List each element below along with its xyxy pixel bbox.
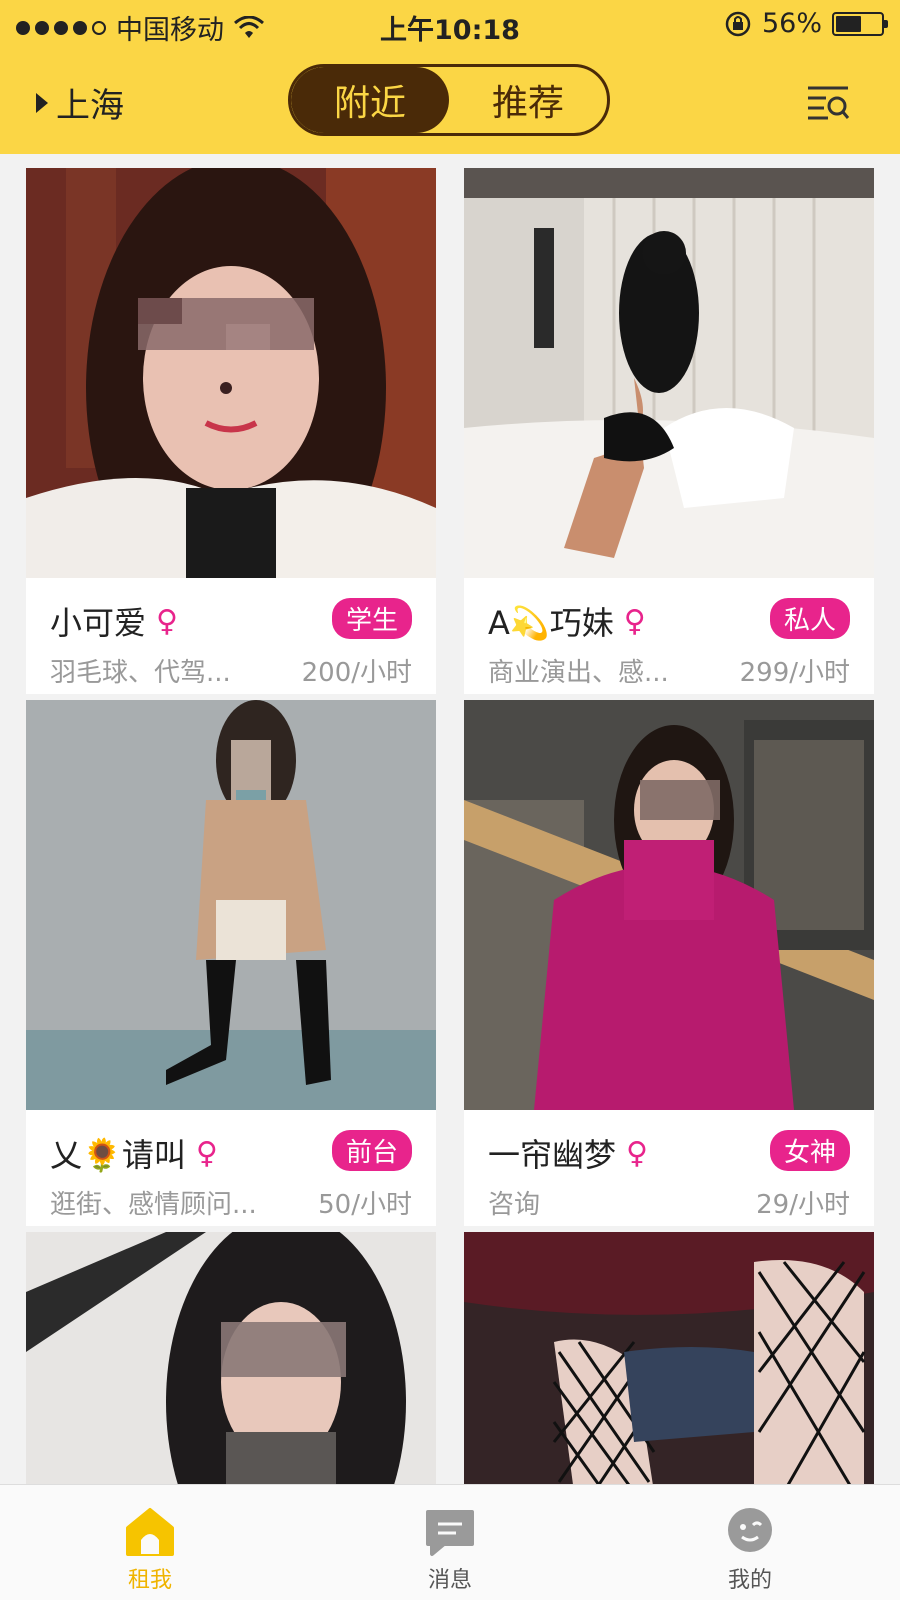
card-info: 小可爱 ♀ 学生 羽毛球、代驾... 200/小时	[26, 578, 436, 694]
profile-photo[interactable]	[26, 1232, 436, 1484]
profile-photo[interactable]	[464, 1232, 874, 1484]
female-icon: ♀	[156, 603, 178, 639]
battery-icon	[832, 11, 888, 36]
city-label: 上海	[56, 86, 124, 126]
profile-icon	[728, 1508, 772, 1552]
profile-interests: 羽毛球、代驾...	[50, 658, 231, 688]
status-bar: 中国移动 上午10:18 56%	[0, 0, 900, 50]
profile-interests: 咨询	[488, 1190, 541, 1220]
segment-control: 附近 推荐	[288, 64, 610, 136]
card-info: A💫巧妹 ♀ 私人 商业演出、感... 299/小时	[464, 578, 874, 694]
profile-card[interactable]: 乂🌻请叫 ♀ 前台 逛街、感情顾问... 50/小时	[26, 700, 436, 1226]
profile-price: 50/小时	[318, 1190, 412, 1220]
profile-price: 29/小时	[756, 1190, 850, 1220]
tab-rent-me[interactable]: 租我	[0, 1485, 300, 1600]
profile-name: A💫巧妹	[488, 604, 614, 642]
profile-name-row: 乂🌻请叫 ♀	[50, 1130, 218, 1176]
orientation-lock-icon	[725, 11, 751, 36]
tab-messages[interactable]: 消息	[300, 1485, 600, 1600]
profile-photo[interactable]	[464, 700, 874, 1110]
tab-nearby[interactable]: 附近	[291, 67, 449, 133]
city-selector[interactable]: 上海	[36, 78, 124, 127]
battery-percent: 56%	[761, 8, 822, 39]
tab-recommended[interactable]: 推荐	[449, 67, 607, 133]
profile-tag: 私人	[769, 598, 850, 639]
profile-card[interactable]	[464, 1232, 874, 1484]
profile-name-row: A💫巧妹 ♀	[488, 598, 646, 644]
profile-tag: 前台	[331, 1130, 412, 1171]
profile-card[interactable]	[26, 1232, 436, 1484]
profile-price: 299/小时	[739, 658, 850, 688]
home-icon	[126, 1508, 174, 1556]
profile-interests: 逛街、感情顾问...	[50, 1190, 257, 1220]
profile-photo[interactable]	[464, 168, 874, 578]
tab-mine[interactable]: 我的	[600, 1485, 900, 1600]
profile-name-row: 一帘幽梦 ♀	[488, 1130, 648, 1176]
profile-card[interactable]: 小可爱 ♀ 学生 羽毛球、代驾... 200/小时	[26, 168, 436, 694]
profile-interests: 商业演出、感...	[488, 658, 669, 688]
profile-grid: 小可爱 ♀ 学生 羽毛球、代驾... 200/小时 A💫巧妹 ♀ 私人 商业演出…	[0, 154, 900, 1484]
profile-name: 乂🌻请叫	[50, 1136, 186, 1174]
profile-photo[interactable]	[26, 700, 436, 1110]
tab-label: 租我	[127, 1568, 172, 1593]
profile-card[interactable]: A💫巧妹 ♀ 私人 商业演出、感... 299/小时	[464, 168, 874, 694]
profile-tag: 女神	[769, 1130, 850, 1171]
female-icon: ♀	[623, 603, 646, 639]
tab-label: 消息	[427, 1568, 472, 1593]
profile-name-row: 小可爱 ♀	[50, 598, 178, 644]
filter-icon[interactable]	[806, 82, 850, 124]
profile-tag: 学生	[331, 598, 412, 639]
triangle-right-icon	[36, 92, 48, 113]
profile-name: 小可爱	[50, 604, 147, 642]
card-info: 乂🌻请叫 ♀ 前台 逛街、感情顾问... 50/小时	[26, 1110, 436, 1226]
profile-price: 200/小时	[301, 658, 412, 688]
profile-card[interactable]: 一帘幽梦 ♀ 女神 咨询 29/小时	[464, 700, 874, 1226]
status-right: 56%	[724, 8, 888, 39]
message-icon	[426, 1510, 474, 1556]
top-nav: 上海 附近 推荐	[0, 50, 900, 154]
card-info: 一帘幽梦 ♀ 女神 咨询 29/小时	[464, 1110, 874, 1226]
tab-label: 我的	[727, 1568, 772, 1593]
female-icon: ♀	[626, 1135, 648, 1171]
profile-name: 一帘幽梦	[488, 1136, 617, 1174]
profile-photo[interactable]	[26, 168, 436, 578]
female-icon: ♀	[195, 1135, 218, 1171]
bottom-tab-bar: 租我 消息 我的	[0, 1484, 900, 1600]
